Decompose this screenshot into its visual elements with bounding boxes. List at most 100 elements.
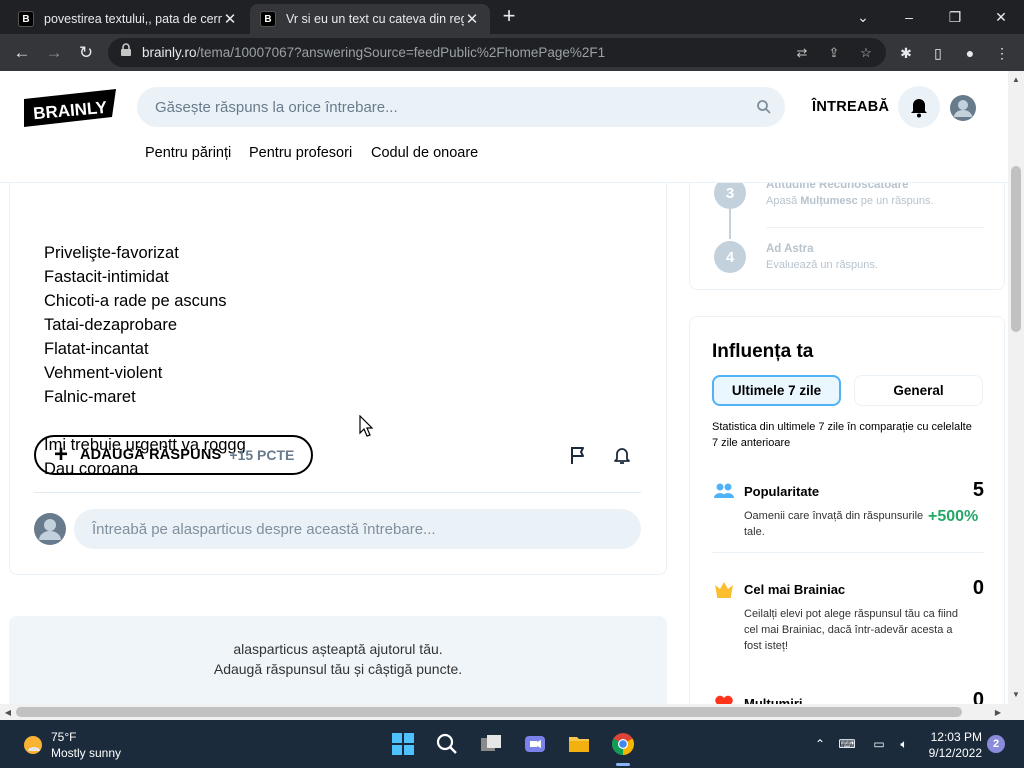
step-desc-post: pe un răspuns. bbox=[857, 195, 934, 207]
mouse-cursor-icon bbox=[359, 414, 374, 437]
profile-icon[interactable]: ● bbox=[960, 43, 980, 63]
share-icon[interactable]: ⇪ bbox=[824, 43, 844, 63]
brainly-favicon-icon: B bbox=[18, 11, 34, 27]
address-bar[interactable]: brainly.ro/tema/10007067?answeringSource… bbox=[108, 38, 886, 67]
brainly-logo[interactable]: BRAINLY bbox=[24, 89, 116, 127]
question-line: Vehment-violent bbox=[44, 364, 163, 382]
scroll-left-arrow-icon[interactable]: ◀ bbox=[0, 704, 16, 720]
subnav-parents[interactable]: Pentru părinți bbox=[145, 145, 231, 161]
browser-tab-bar: B povestirea textului,, pata de cerneală… bbox=[0, 0, 1024, 34]
question-line: Flatat-incantat bbox=[44, 340, 149, 358]
scroll-down-arrow-icon[interactable]: ▼ bbox=[1008, 686, 1024, 702]
step-title: Ad Astra bbox=[766, 243, 814, 255]
page-content: Privelişte-favorizat Fastacit-intimidat … bbox=[0, 71, 1008, 704]
tab-title: povestirea textului,, pata de cerneală bbox=[44, 12, 222, 26]
follow-bell-icon[interactable] bbox=[612, 445, 632, 465]
step-description: Apasă Mulțumesc pe un răspuns. bbox=[766, 195, 934, 207]
question-line: Falnic-maret bbox=[44, 388, 136, 406]
new-tab-button[interactable]: + bbox=[498, 5, 520, 27]
notifications-button[interactable] bbox=[898, 86, 940, 128]
restore-button[interactable]: ❐ bbox=[932, 0, 978, 34]
horizontal-scroll-thumb[interactable] bbox=[16, 707, 962, 717]
scroll-right-arrow-icon[interactable]: ▶ bbox=[990, 704, 1006, 720]
people-icon bbox=[713, 480, 735, 502]
browser-toolbar: ← → ↻ brainly.ro/tema/10007067?answering… bbox=[0, 34, 1024, 71]
metric-value: 0 bbox=[972, 577, 984, 599]
site-header: BRAINLY Găsește răspuns la orice întreba… bbox=[0, 71, 1008, 183]
scroll-up-arrow-icon[interactable]: ▲ bbox=[1008, 71, 1024, 87]
influence-title: Influența ta bbox=[712, 341, 814, 362]
vertical-scroll-thumb[interactable] bbox=[1011, 166, 1021, 332]
windows-start-icon[interactable] bbox=[389, 730, 417, 758]
bookmark-star-icon[interactable]: ☆ bbox=[856, 43, 876, 63]
translate-icon[interactable]: ⇄ bbox=[792, 43, 812, 63]
tab-title: Vr si eu un text cu cateva din regionali… bbox=[286, 12, 464, 26]
add-answer-label: ADAUGĂ RĂSPUNS bbox=[80, 447, 222, 463]
side-panel-icon[interactable]: ▯ bbox=[928, 43, 948, 63]
search-input[interactable]: Găsește răspuns la orice întrebare... bbox=[137, 87, 785, 127]
search-icon[interactable] bbox=[755, 98, 773, 116]
subnav-teachers[interactable]: Pentru profesori bbox=[249, 145, 352, 161]
influence-description: Statistica din ultimele 7 zile în compar… bbox=[712, 421, 972, 449]
metric-title: Popularitate bbox=[744, 484, 820, 499]
metric-value: 0 bbox=[972, 689, 984, 704]
close-tab-icon[interactable]: ✕ bbox=[222, 10, 238, 28]
tab-last-7-days[interactable]: Ultimele 7 zile bbox=[712, 375, 841, 406]
back-icon[interactable]: ← bbox=[9, 40, 35, 66]
close-tab-icon[interactable]: ✕ bbox=[464, 10, 480, 28]
url-path: /tema/10007067?answeringSource=feedPubli… bbox=[196, 45, 606, 60]
chrome-icon[interactable] bbox=[609, 730, 637, 758]
divider bbox=[34, 492, 641, 493]
display-icon[interactable]: ▭ bbox=[870, 736, 888, 752]
search-icon[interactable] bbox=[433, 730, 461, 758]
flag-icon[interactable] bbox=[568, 445, 588, 465]
waiting-for-help-box: alasparticus așteaptă ajutorul tău. Adau… bbox=[9, 616, 667, 704]
comment-input[interactable]: Întreabă pe alasparticus despre această … bbox=[74, 509, 641, 549]
waiting-line-1: alasparticus așteaptă ajutorul tău. bbox=[233, 641, 443, 657]
clock-time[interactable]: 12:03 PM bbox=[926, 730, 982, 744]
clock-date[interactable]: 9/12/2022 bbox=[916, 746, 982, 760]
metric-title: Cel mai Brainiac bbox=[744, 582, 846, 597]
subnav-honor-code[interactable]: Codul de onoare bbox=[371, 145, 478, 161]
reload-icon[interactable]: ↻ bbox=[73, 40, 99, 66]
tab-search-icon[interactable]: ⌄ bbox=[840, 0, 886, 34]
chevron-up-icon[interactable]: ⌃ bbox=[811, 736, 829, 752]
waiting-line-2: Adaugă răspunsul tău și câștigă puncte. bbox=[213, 661, 463, 677]
user-avatar-icon bbox=[34, 513, 66, 545]
url-host: brainly.ro bbox=[142, 45, 197, 60]
keyboard-icon[interactable]: ⌨ bbox=[838, 736, 856, 752]
metric-growth: +500% bbox=[928, 508, 979, 525]
task-view-icon[interactable] bbox=[477, 730, 505, 758]
ask-question-button[interactable]: ÎNTREABĂ bbox=[812, 99, 889, 115]
heart-icon bbox=[713, 692, 735, 704]
step-connector bbox=[729, 209, 731, 239]
extensions-icon[interactable]: ✱ bbox=[896, 43, 916, 63]
browser-tab-2[interactable]: B Vr si eu un text cu cateva din regiona… bbox=[250, 4, 490, 34]
volume-icon[interactable]: 🔈︎ bbox=[895, 736, 913, 752]
step-desc-bold: Mulțumesc bbox=[800, 195, 858, 207]
crown-icon bbox=[713, 578, 735, 600]
bell-icon bbox=[911, 99, 927, 118]
active-app-indicator bbox=[616, 763, 630, 766]
tab-general[interactable]: General bbox=[854, 375, 983, 406]
file-explorer-icon[interactable] bbox=[565, 730, 593, 758]
question-line: Privelişte-favorizat bbox=[44, 244, 179, 262]
teams-chat-icon[interactable] bbox=[521, 730, 549, 758]
step-separator bbox=[766, 227, 984, 228]
plus-icon: + bbox=[54, 441, 69, 468]
lock-icon bbox=[120, 43, 132, 62]
minimize-button[interactable]: – bbox=[886, 0, 932, 34]
forward-icon[interactable]: → bbox=[41, 40, 67, 66]
sun-weather-icon[interactable] bbox=[20, 732, 46, 758]
close-window-button[interactable]: ✕ bbox=[978, 0, 1024, 34]
weather-description: Mostly sunny bbox=[51, 746, 122, 760]
brainly-favicon-icon: B bbox=[260, 11, 276, 27]
notification-badge[interactable]: 2 bbox=[987, 735, 1005, 753]
browser-tab-1[interactable]: B povestirea textului,, pata de cerneală… bbox=[8, 4, 248, 34]
add-answer-button[interactable]: + ADAUGĂ RĂSPUNS +15 PCTE bbox=[34, 435, 313, 475]
menu-kebab-icon[interactable]: ⋮ bbox=[992, 43, 1012, 63]
metric-title: Mulțumiri bbox=[744, 696, 803, 704]
url-text: brainly.ro/tema/10007067?answeringSource… bbox=[142, 45, 605, 60]
user-avatar-icon[interactable] bbox=[950, 95, 976, 121]
search-placeholder: Găsește răspuns la orice întrebare... bbox=[155, 98, 398, 116]
